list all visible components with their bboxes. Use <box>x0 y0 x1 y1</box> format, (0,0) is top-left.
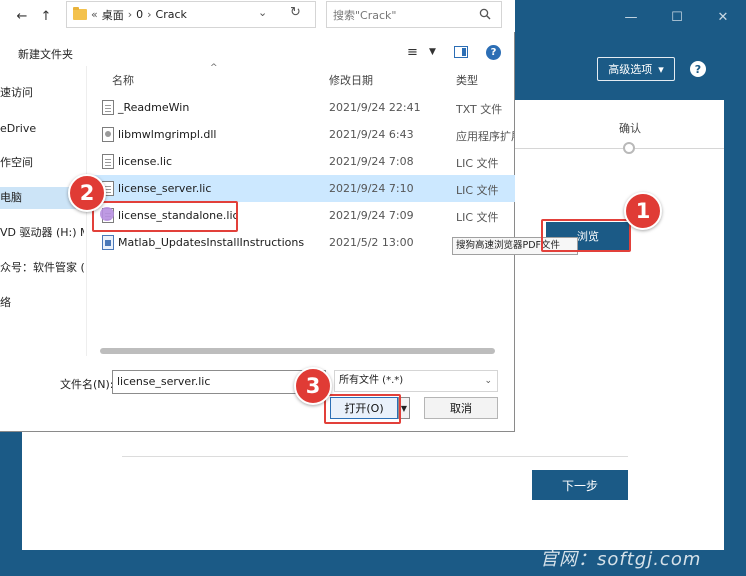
file-name: _ReadmeWin <box>118 101 190 114</box>
new-folder-button[interactable]: 新建文件夹 <box>18 46 73 62</box>
file-name: license_server.lic <box>118 182 212 195</box>
filename-label: 文件名(N): <box>60 378 114 391</box>
file-date: 2021/9/24 22:41 <box>329 101 421 114</box>
nav-item-dvd-drive[interactable]: VD 驱动器 (H:) M <box>0 222 84 244</box>
nav-item-onedrive[interactable]: eDrive <box>0 118 84 140</box>
column-header-date[interactable]: 修改日期 <box>329 72 373 88</box>
dll-file-icon <box>102 127 114 142</box>
file-name: license.lic <box>118 155 173 168</box>
chevron-right-icon: › <box>127 8 133 21</box>
file-row-selected[interactable]: license_server.lic 2021/9/24 7:10 LIC 文件 <box>86 175 515 202</box>
file-row[interactable]: libmwlmgrimpl.dll 2021/9/24 6:43 应用程序扩展 <box>86 121 515 148</box>
step-badge-3: 3 <box>294 367 332 405</box>
sort-up-icon: ^ <box>210 63 218 73</box>
step-badge-1: 1 <box>624 192 662 230</box>
view-options-icon[interactable]: ≡ <box>407 45 418 60</box>
file-date: 2021/5/2 13:00 <box>329 236 414 249</box>
file-date: 2021/9/24 7:10 <box>329 182 414 195</box>
horizontal-scrollbar[interactable] <box>100 348 495 354</box>
folder-icon <box>73 7 87 20</box>
file-type: LIC 文件 <box>456 211 499 224</box>
breadcrumb-crack[interactable]: Crack <box>156 8 187 21</box>
minimize-button[interactable]: — <box>608 0 654 34</box>
dialog-toolbar: 新建文件夹 ≡ ▼ ? <box>0 40 515 66</box>
file-open-dialog: ← ↑ « 桌面 › 0 › Crack ⌄ ↻ 搜索"Crack" 新建文件夹… <box>0 0 515 432</box>
file-date: 2021/9/24 6:43 <box>329 128 414 141</box>
nav-item-workspace[interactable]: 作空间 <box>0 152 84 174</box>
refresh-icon[interactable]: ↻ <box>290 5 301 20</box>
breadcrumb-desktop[interactable]: 桌面 <box>102 7 124 23</box>
file-row[interactable]: Matlab_UpdatesInstallInstructions 2021/5… <box>86 229 515 256</box>
step-dot <box>623 142 635 154</box>
nav-item-quick-access[interactable]: 速访问 <box>0 82 84 104</box>
preview-pane-icon[interactable] <box>454 46 468 58</box>
breadcrumb-overflow[interactable]: « <box>91 8 98 21</box>
file-icon <box>102 154 114 169</box>
next-button[interactable]: 下一步 <box>532 470 628 500</box>
file-type: TXT 文件 <box>456 103 503 116</box>
cancel-button[interactable]: 取消 <box>424 397 498 419</box>
help-icon[interactable]: ? <box>486 45 501 60</box>
search-input[interactable]: 搜索"Crack" <box>326 1 502 28</box>
file-type-select[interactable]: 所有文件 (*.*) ⌄ <box>334 370 498 392</box>
file-row[interactable]: license.lic 2021/9/24 7:08 LIC 文件 <box>86 148 515 175</box>
file-row[interactable]: _ReadmeWin 2021/9/24 22:41 TXT 文件 <box>86 94 515 121</box>
file-type: LIC 文件 <box>456 157 499 170</box>
highlight-open <box>324 394 401 424</box>
back-arrow-icon[interactable]: ← <box>12 6 32 26</box>
highlight-license-standalone <box>92 201 238 232</box>
advanced-options-label: 高级选项 <box>608 63 653 76</box>
search-icon <box>479 8 491 20</box>
column-header-name[interactable]: 名称 <box>112 72 134 88</box>
file-name: libmwlmgrimpl.dll <box>118 128 217 141</box>
app-file-icon <box>102 235 114 250</box>
help-icon[interactable]: ? <box>690 61 706 77</box>
file-date: 2021/9/24 7:09 <box>329 209 414 222</box>
file-date: 2021/9/24 7:08 <box>329 155 414 168</box>
caret-down-icon: ▾ <box>658 62 664 76</box>
maximize-button[interactable]: ☐ <box>654 0 700 34</box>
address-row: ← ↑ « 桌面 › 0 › Crack ⌄ ↻ 搜索"Crack" <box>0 0 515 32</box>
divider <box>122 456 628 457</box>
watermark-line2: 官网：softgj.com <box>540 549 702 570</box>
breadcrumb-0[interactable]: 0 <box>136 8 143 21</box>
step-label-confirm: 确认 <box>619 122 641 135</box>
up-arrow-icon[interactable]: ↑ <box>36 6 56 26</box>
caret-down-icon[interactable]: ▼ <box>429 47 436 57</box>
address-bar[interactable]: « 桌面 › 0 › Crack <box>66 1 316 28</box>
highlight-browse <box>541 219 631 252</box>
file-name: Matlab_UpdatesInstallInstructions <box>118 236 305 249</box>
search-placeholder: 搜索"Crack" <box>333 8 397 22</box>
column-header-row: ^ 名称 修改日期 类型 <box>86 63 515 92</box>
file-type: 应用程序扩展 <box>456 130 514 143</box>
chevron-right-icon: › <box>147 8 152 21</box>
step-badge-2: 2 <box>68 174 106 212</box>
nav-item-network[interactable]: 络 <box>0 292 84 314</box>
chevron-down-icon: ⌄ <box>484 376 492 386</box>
file-type-select-value: 所有文件 (*.*) <box>339 375 404 386</box>
watermark-line1: 微信公众号：软件管家 <box>518 514 719 536</box>
column-header-type[interactable]: 类型 <box>456 72 478 88</box>
close-button[interactable]: ✕ <box>700 0 746 34</box>
window-controls: — ☐ ✕ <box>608 0 746 34</box>
navigation-pane: 速访问 eDrive 作空间 电脑 VD 驱动器 (H:) M 众号：软件管家 … <box>0 66 84 356</box>
nav-item-wechat[interactable]: 众号：软件管家 ( <box>0 257 84 279</box>
advanced-options-button[interactable]: 高级选项 ▾ <box>597 57 675 81</box>
chevron-down-icon[interactable]: ⌄ <box>258 6 267 19</box>
file-type: LIC 文件 <box>456 184 499 197</box>
text-file-icon <box>102 100 114 115</box>
